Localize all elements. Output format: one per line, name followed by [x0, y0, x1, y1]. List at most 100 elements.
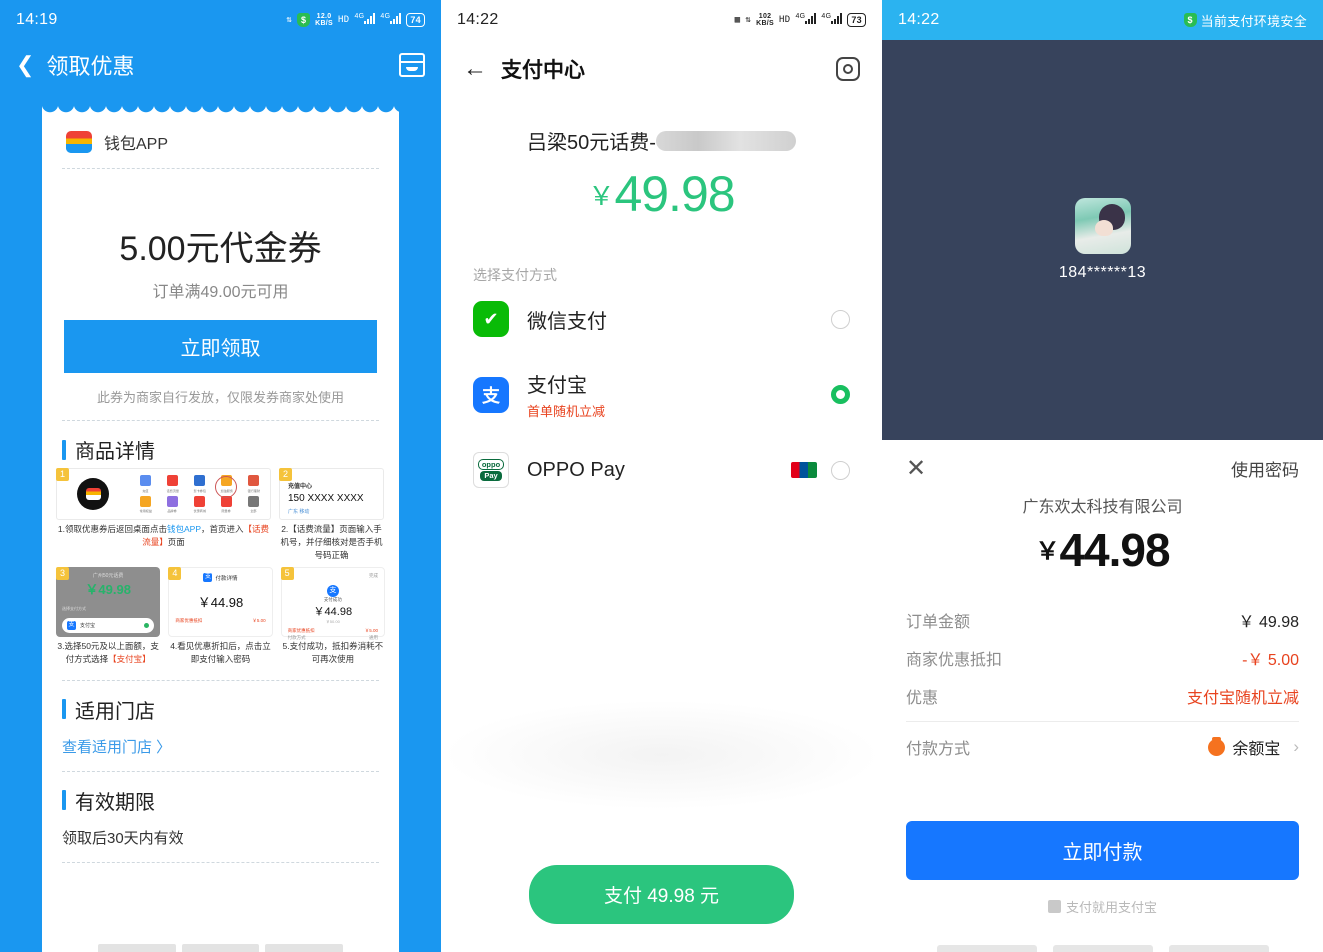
carrier-label: 广东 移动 [288, 509, 310, 515]
unionpay-icon [791, 462, 817, 478]
pay-detail-header: 支 付款详情 [203, 573, 238, 583]
status-bar-1: 14:19 ⇅ $ 12.0 KB/S HD 4G 4G 74 [0, 0, 441, 40]
step-badge: 4 [168, 567, 182, 581]
chevron-right-icon[interactable]: › [1293, 737, 1299, 757]
payment-method-value: 余额宝 [1232, 741, 1281, 758]
redacted-phone-block [655, 130, 796, 151]
step-screenshot-1: 充值 话费流量 影卡券包 加油服务 银行理财 常用权益 品牌券 优惠商城 限量券 [56, 468, 271, 520]
hd-icon: HD [779, 14, 791, 25]
selected-dot-icon [144, 623, 150, 629]
merchant-name: 广东欢太科技有限公司 [1022, 499, 1183, 516]
system-nav-bar [84, 940, 357, 952]
confirm-pay-button[interactable]: 立即付款 [906, 821, 1299, 880]
network-speed-indicator: 102 KB/S [756, 13, 775, 27]
table-row: 优惠 支付宝随机立减 [906, 677, 1299, 715]
step-caption-5: 5.支付成功，抵扣券消耗不可再次使用 [282, 641, 384, 664]
instruction-steps: 1 充值 话费流量 影卡券包 加油服务 银行理财 常用权益 品牌券 优惠商城 限… [42, 464, 399, 666]
arrow-left-icon[interactable]: ← [463, 55, 487, 83]
gear-icon[interactable] [836, 57, 860, 81]
status-bar-3: 14:22 $ 当前支付环境安全 [882, 0, 1323, 40]
amount-value: 44.98 [1059, 524, 1170, 576]
alipay-icon: 支 [67, 621, 76, 631]
row-value: 支付宝随机立减 [1186, 690, 1299, 707]
alipay-icon: 支 [326, 585, 339, 598]
app-name: 钱包APP [104, 136, 169, 153]
divider [62, 679, 379, 681]
payment-method-row[interactable]: 付款方式 余额宝 › [906, 728, 1299, 766]
step-badge: 1 [56, 468, 69, 481]
step-tile-4: 4 支 付款详情 ￥44.98 商家优惠抵扣 ￥5.00 4.看见优惠折扣后，点击 [168, 567, 273, 666]
highlight-ring [215, 476, 237, 498]
security-shield-icon: $ [297, 13, 311, 27]
wechat-pay-icon: ✔ [473, 301, 509, 337]
phone-placeholder: 150 XXXX XXXX [288, 493, 364, 504]
validity-text: 领取后30天内有效 [62, 829, 184, 847]
currency-symbol: ￥ [1035, 538, 1060, 565]
close-icon[interactable]: ✕ [906, 454, 926, 483]
table-row: 订单金额 ￥ 49.98 [906, 601, 1299, 639]
panel-payment-center: 14:22 ▦ ⇅ 102 KB/S HD 4G 4G 73 ← 支付中心 吕梁5… [441, 0, 882, 952]
use-password-link[interactable]: 使用密码 [1231, 456, 1299, 481]
pay-method-wechat[interactable]: ✔ 微信支付 [441, 285, 882, 353]
step-screenshot-2: 充值中心 150 XXXX XXXX 广东 移动 [279, 468, 384, 520]
app-row: 钱包APP [42, 116, 399, 154]
divider [62, 861, 379, 863]
view-stores-link[interactable]: 查看适用门店 〉 [62, 736, 171, 757]
status-icons: ▦ ⇅ 102 KB/S HD 4G 4G 73 [735, 13, 866, 27]
wallet-app-icon [66, 131, 92, 153]
divider [62, 168, 379, 169]
method-pill: 支 支付宝 [62, 618, 155, 634]
step-badge: 2 [279, 468, 292, 481]
step-screenshot-3: 广州50元话费 ￥49.98 选择支付方式 支 支付宝 [56, 567, 161, 638]
pay-button[interactable]: 支付 49.98 元 [529, 865, 794, 924]
order-product-line: 吕梁50元话费- [441, 126, 882, 155]
radio-alipay-selected[interactable] [831, 385, 850, 404]
radio-wechat[interactable] [831, 309, 850, 329]
pay-method-name: 支付宝 [527, 375, 587, 397]
shield-icon: $ [1183, 13, 1197, 27]
masked-phone: 184******13 [1058, 264, 1147, 281]
ticket-icon[interactable] [399, 53, 425, 77]
signal-1-icon: 4G [795, 13, 817, 27]
coupon-card: 钱包APP 5.00元代金券 订单满49.00元可用 立即领取 此券为商家自行发… [42, 116, 399, 952]
radio-oppopay[interactable] [831, 460, 850, 480]
battery-icon: 74 [406, 13, 425, 27]
claim-coupon-button[interactable]: 立即领取 [64, 320, 377, 373]
three-screenshot-strip: 14:19 ⇅ $ 12.0 KB/S HD 4G 4G 74 ❮ 领取优惠 钱… [0, 0, 1323, 952]
method-name: 支付宝 [80, 623, 96, 630]
step-screenshot-4: 支 付款详情 ￥44.98 商家优惠抵扣 ￥5.00 [168, 567, 273, 638]
mute-icon: ⇅ [286, 14, 293, 25]
step-caption-2: 2.【话费流量】页面输入手机号，并仔细核对是否手机号码正确 [280, 524, 383, 560]
step-caption-3: 3.选择50元及以上面额，支付方式选择【支付宝】 [57, 641, 159, 664]
alarm-icon: ▦ [734, 14, 741, 25]
pay-amount: ￥44.98 [197, 595, 244, 611]
app-bar-1: ❮ 领取优惠 [0, 40, 441, 90]
alipay-icon: 支 [473, 376, 509, 413]
amount-value: 49.98 [614, 166, 735, 222]
step-row-top: 1 充值 话费流量 影卡券包 加油服务 银行理财 常用权益 品牌券 优惠商城 限… [56, 468, 385, 561]
secure-env-indicator: $ 当前支付环境安全 [1183, 11, 1307, 30]
status-icons: ⇅ $ 12.0 KB/S HD 4G 4G 74 [286, 13, 425, 27]
divider [62, 770, 379, 772]
page-title: 领取优惠 [46, 54, 135, 79]
pay-method-promo: 首单随机立减 [527, 404, 606, 419]
footer-text: 支付就用支付宝 [1065, 900, 1157, 915]
back-chevron-icon[interactable]: ❮ [16, 52, 34, 78]
pay-method-section-label: 选择支付方式 [473, 267, 557, 283]
original-amount: ￥50.00 [325, 619, 340, 625]
row-label: 优惠 [906, 690, 939, 707]
background-glow [441, 700, 882, 810]
step-row-bottom: 3 广州50元话费 ￥49.98 选择支付方式 支 支付宝 3.选择50元及以上… [56, 567, 385, 666]
currency-symbol: ￥ [588, 181, 615, 211]
pay-method-name: OPPO Pay [527, 458, 625, 481]
signal-2-icon: 4G [380, 13, 402, 27]
panel-coupon-claim: 14:19 ⇅ $ 12.0 KB/S HD 4G 4G 74 ❮ 领取优惠 钱… [0, 0, 441, 952]
app-bar-2: ← 支付中心 [441, 40, 882, 84]
row-label: 订单金额 [906, 614, 971, 631]
status-time: 14:22 [898, 11, 940, 28]
status-time: 14:22 [457, 11, 499, 28]
pay-amount: ￥44.98 [313, 606, 353, 619]
pay-method-alipay[interactable]: 支 支付宝 首单随机立减 [441, 353, 882, 436]
step-caption-4: 4.看见优惠折扣后，点击立即支付输入密码 [170, 641, 271, 664]
pay-method-oppopay[interactable]: oppo Pay OPPO Pay [441, 436, 882, 504]
